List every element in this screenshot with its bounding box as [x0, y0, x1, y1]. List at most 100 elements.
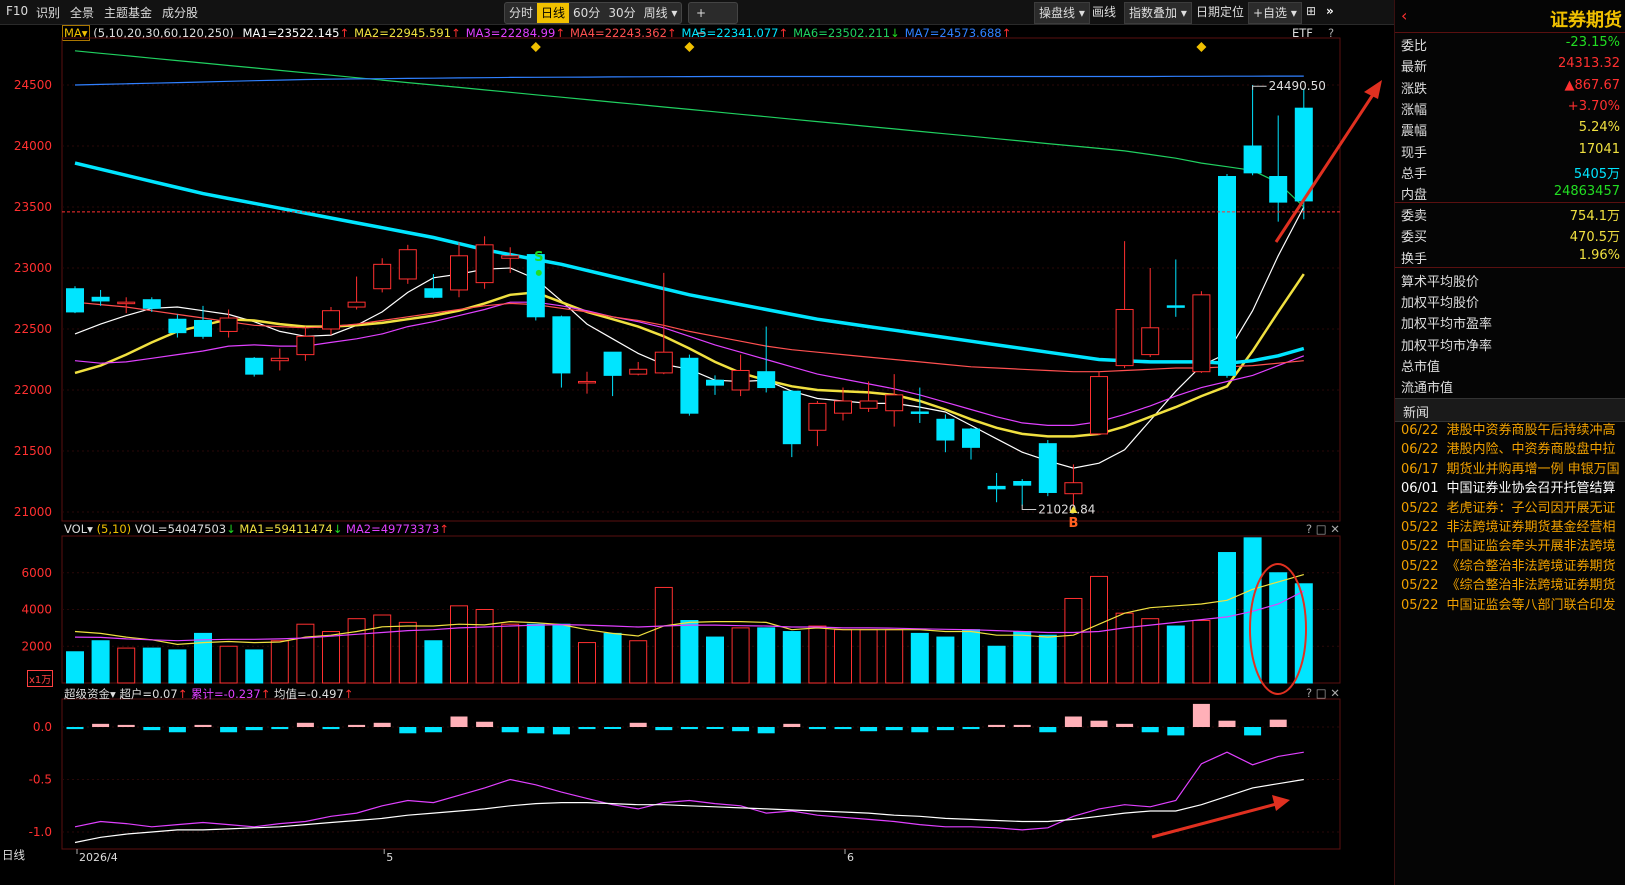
stat-link[interactable]: 算术平均股价	[1401, 271, 1479, 290]
news-item[interactable]: 06/17 期货业并购再增一例 申银万国	[1401, 458, 1623, 477]
fund-bar	[1192, 703, 1210, 727]
stat-link[interactable]: 流通市值	[1401, 377, 1453, 396]
quote-label: 最新	[1401, 60, 1428, 76]
quote-row: 总手 5405万	[1395, 160, 1625, 182]
stat-link[interactable]: 总市值	[1401, 356, 1440, 375]
period-30min[interactable]: 30分	[604, 3, 639, 23]
f10-button[interactable]: F10	[6, 4, 28, 18]
candle-body	[1294, 107, 1313, 202]
back-arrow-icon[interactable]: ‹	[1401, 6, 1407, 25]
event-diamond-icon	[684, 42, 695, 52]
vol-panel-controls-icon[interactable]: ? □ ✕	[1306, 522, 1340, 536]
fund-bar	[808, 727, 826, 730]
period-intraday[interactable]: 分时	[505, 3, 537, 23]
quote-value: ▲867.67	[1564, 77, 1621, 93]
theme-fund-button[interactable]: 主题基金	[104, 4, 152, 21]
components-button[interactable]: 成分股	[162, 4, 198, 21]
news-item[interactable]: 06/01 中国证券业协会召开托管结算	[1401, 477, 1623, 496]
volume-tick-label: 2000	[21, 639, 52, 653]
price-tick-label: 21000	[14, 505, 52, 519]
news-item[interactable]: 06/22 港股内险、中资券商股盘中拉	[1401, 438, 1623, 457]
quote-value: 24313.32	[1557, 56, 1620, 72]
candle-body	[398, 249, 417, 280]
chart-area[interactable]: MA▾ (5,10,20,30,60,120,250) MA1=23522.14…	[0, 25, 1392, 885]
news-item[interactable]: 05/22 《综合整治非法跨境证券期货	[1401, 574, 1623, 593]
news-headline: 非法跨境证券期货基金经营相	[1446, 520, 1616, 535]
volume-bar	[450, 605, 468, 684]
period-daily[interactable]: 日线	[537, 3, 570, 23]
candle-body	[1218, 176, 1236, 376]
trading-line-dropdown[interactable]: 操盘线 ▾	[1034, 2, 1090, 24]
quote-value: 5.24%	[1578, 120, 1620, 136]
vol-ma2-arrow: ↑	[439, 522, 449, 536]
quote-divider	[1395, 267, 1625, 268]
fund-bar	[348, 724, 366, 727]
fund-legend: 超级资金▾ 超户=0.07↑ 累计=-0.237↑ 均值=-0.497↑	[64, 686, 353, 702]
fund-bar	[1218, 720, 1236, 727]
volume-bar	[168, 649, 187, 684]
candle-body	[1013, 481, 1032, 486]
index-overlay-dropdown[interactable]: 指数叠加 ▾	[1124, 2, 1192, 24]
quote-side-panel: ‹ 证券期货 委比 -23.15% 最新 24313.32 涨跌 ▲867.67 涨幅 +3.…	[1394, 0, 1625, 885]
news-item[interactable]: 05/22 非法跨境证券期货基金经营相	[1401, 516, 1623, 535]
fund-bar	[399, 727, 417, 734]
news-date: 06/22	[1401, 442, 1439, 458]
fund-junzhi-arrow: ↑	[343, 687, 354, 701]
recognize-button[interactable]: 识别	[36, 4, 60, 21]
order-value: 754.1万	[1569, 209, 1620, 224]
fund-bar	[680, 727, 698, 730]
fund-bar	[143, 727, 161, 731]
fund-leiji: 累计=-0.237	[190, 687, 261, 701]
stat-link[interactable]: 加权平均市盈率	[1401, 313, 1492, 332]
fund-bar	[834, 727, 852, 730]
fund-bar	[757, 727, 775, 734]
quote-row: 委比 -23.15%	[1395, 32, 1625, 54]
candle-body	[1243, 145, 1262, 174]
candle-body	[117, 301, 136, 305]
stat-link[interactable]: 加权平均市净率	[1401, 335, 1492, 354]
date-locate-button[interactable]: 日期定位	[1192, 2, 1248, 22]
news-date: 06/01	[1401, 481, 1439, 497]
fund-bar	[1141, 727, 1159, 733]
candle-body	[475, 244, 494, 284]
news-item[interactable]: 06/22 港股中资券商股午后持续冲高	[1401, 419, 1623, 438]
candle-body	[629, 368, 648, 375]
period-weekly-dropdown[interactable]: 周线 ▾	[640, 3, 682, 23]
stat-link[interactable]: 加权平均股价	[1401, 292, 1479, 311]
panorama-button[interactable]: 全景	[70, 4, 94, 21]
volume-bar	[1090, 575, 1108, 684]
volume-bar	[654, 586, 673, 684]
candle-body	[654, 351, 673, 374]
fund-panel-controls-icon[interactable]: ? □ ✕	[1306, 686, 1340, 700]
grid-icon[interactable]: ⊞	[1306, 4, 1316, 18]
volume-bar	[194, 632, 212, 684]
news-item[interactable]: 05/22 中国证监会牵头开展非法跨境	[1401, 535, 1623, 554]
volume-bar	[782, 631, 801, 684]
volume-bar	[552, 623, 571, 684]
volume-bar	[936, 636, 955, 684]
fund-bar	[1244, 727, 1262, 736]
draw-line-button[interactable]: 画线	[1088, 2, 1120, 22]
vol-indicator-dropdown[interactable]: VOL▾	[64, 522, 93, 536]
volume-bar	[373, 614, 392, 684]
collapse-right-icon[interactable]: »	[1326, 4, 1334, 18]
zoom-in-button[interactable]: +	[689, 3, 713, 23]
buy-signal-mark: B	[1068, 516, 1078, 531]
high-leader-line	[1252, 85, 1267, 90]
fund-indicator-dropdown[interactable]: 超级资金▾	[64, 687, 116, 701]
fund-bar	[245, 727, 263, 731]
fund-bar	[1039, 727, 1057, 733]
period-60min[interactable]: 60分	[569, 3, 604, 23]
news-item[interactable]: 05/22 老虎证券：子公司因开展无证	[1401, 497, 1623, 516]
low-leader-line	[1021, 504, 1037, 511]
candle-body	[706, 379, 724, 386]
kline-chart-canvas[interactable]: 24500 24000 23500 23000 22500 22000 21500 21000…	[0, 25, 1392, 885]
candle-body	[1090, 376, 1108, 435]
volume-bar	[1038, 634, 1057, 684]
news-item[interactable]: 05/22 《综合整治非法跨境证券期货	[1401, 555, 1623, 574]
vol-arrow: ↓	[226, 522, 236, 536]
volume-bar	[91, 640, 110, 684]
candle-body	[66, 288, 84, 313]
news-item[interactable]: 05/22 中国证监会等八部门联合印发	[1401, 594, 1623, 613]
add-watchlist-dropdown[interactable]: +自选 ▾	[1248, 2, 1302, 24]
